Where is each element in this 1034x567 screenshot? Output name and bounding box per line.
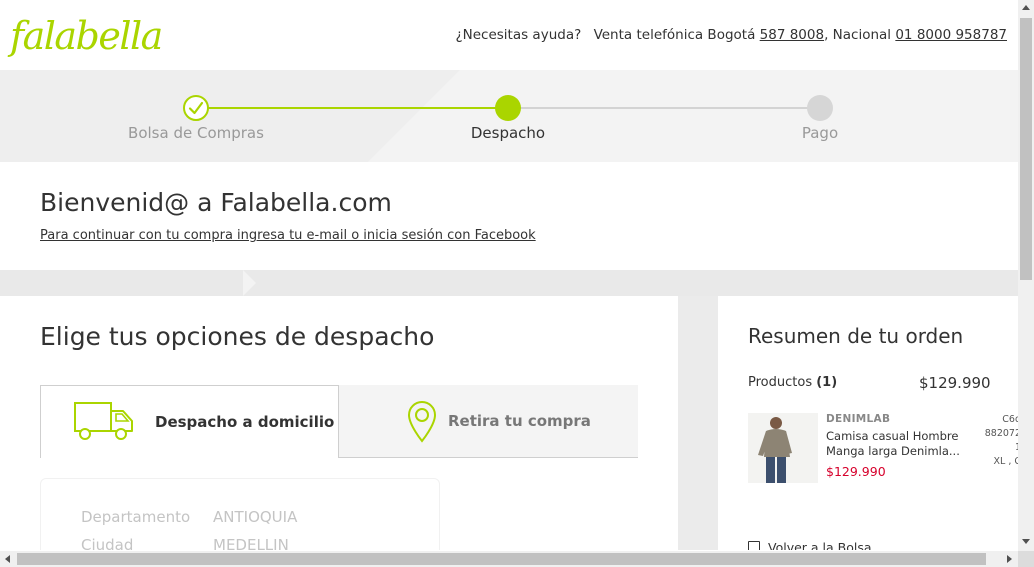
login-link[interactable]: Para continuar con tu compra ingresa tu … — [40, 228, 536, 243]
products-quantity: (1) — [816, 375, 838, 390]
address-value-ciudad[interactable]: MEDELLIN — [213, 536, 289, 550]
address-row-departamento: Departamento ANTIOQUIA — [81, 508, 297, 526]
tab-label-domicilio: Despacho a domicilio — [155, 413, 335, 431]
section-separator — [0, 270, 1018, 296]
scroll-right-arrow-icon[interactable] — [1007, 555, 1012, 563]
horizontal-scrollbar[interactable] — [0, 551, 1018, 567]
vertical-scroll-thumb[interactable] — [1020, 18, 1032, 280]
scroll-up-arrow-icon[interactable] — [1022, 5, 1030, 10]
welcome-title: Bienvenid@ a Falabella.com — [40, 188, 392, 217]
address-row-ciudad: Ciudad MEDELLIN — [81, 536, 289, 550]
bag-icon — [748, 541, 760, 550]
phone-prefix: Venta telefónica Bogotá — [593, 27, 756, 43]
vertical-scrollbar[interactable] — [1018, 0, 1034, 551]
product-name[interactable]: Camisa casual Hombre Manga larga Denimla… — [826, 429, 988, 459]
step-line-pending — [508, 107, 820, 109]
product-price: $129.990 — [826, 464, 886, 479]
step-label-bolsa[interactable]: Bolsa de Compras — [96, 124, 296, 142]
order-total: $129.990 — [919, 374, 991, 392]
product-meta-line: 1 — [1014, 442, 1018, 453]
phone-bogota-link[interactable]: 587 8008 — [760, 27, 824, 43]
welcome-section: Bienvenid@ a Falabella.com Para continua… — [0, 162, 1018, 270]
tab-retira-compra[interactable]: Retira tu compra — [339, 385, 638, 458]
order-summary: Resumen de tu orden Productos (1) $129.9… — [718, 296, 1018, 550]
back-to-bag-link[interactable]: Volver a la Bolsa — [748, 540, 872, 550]
scroll-left-arrow-icon[interactable] — [5, 555, 10, 563]
checkout-stepper: Bolsa de Compras Despacho Pago — [0, 70, 1018, 162]
tab-label-retira: Retira tu compra — [448, 412, 591, 430]
step-line-done — [196, 107, 508, 109]
step-label-despacho: Despacho — [470, 124, 546, 142]
address-box: Departamento ANTIOQUIA Ciudad MEDELLIN — [40, 478, 440, 550]
back-to-bag-label: Volver a la Bolsa — [768, 540, 872, 550]
separator-notch — [243, 270, 256, 296]
step-1-check-icon[interactable] — [183, 95, 209, 121]
scroll-down-arrow-icon[interactable] — [1022, 539, 1030, 544]
shipping-card: Elige tus opciones de despacho Despacho … — [0, 296, 678, 550]
product-brand: DENIMLAB — [826, 413, 891, 425]
truck-icon — [73, 401, 135, 447]
phone-national-link[interactable]: 01 8000 958787 — [895, 27, 1007, 43]
product-image — [748, 413, 818, 483]
products-count: Productos (1) — [748, 375, 837, 390]
step-3-indicator — [807, 95, 833, 121]
product-meta-line: C6d — [1002, 414, 1018, 425]
stepper-decor — [368, 70, 1018, 162]
scrollbar-corner — [1018, 551, 1034, 567]
location-pin-icon — [406, 399, 438, 447]
product-meta-line: XL , C — [993, 456, 1019, 467]
step-2-indicator — [495, 95, 521, 121]
product-meta: C6d 882072 1 XL , C — [981, 413, 1018, 469]
product-meta-line: 882072 — [984, 428, 1018, 439]
tab-despacho-domicilio[interactable]: Despacho a domicilio — [40, 385, 339, 458]
help-contact: ¿Necesitas ayuda? Venta telefónica Bogot… — [455, 27, 1007, 43]
shipping-tabs: Despacho a domicilio Retira tu compra — [40, 385, 638, 458]
site-header: falabella ¿Necesitas ayuda? Venta telefó… — [0, 0, 1018, 70]
falabella-logo[interactable]: falabella — [10, 14, 163, 58]
step-label-pago: Pago — [801, 124, 839, 142]
address-label-departamento: Departamento — [81, 508, 191, 526]
products-label: Productos — [748, 375, 813, 390]
help-question: ¿Necesitas ayuda? — [455, 27, 582, 43]
horizontal-scroll-thumb[interactable] — [17, 553, 986, 565]
address-label-ciudad: Ciudad — [81, 536, 134, 550]
shipping-title: Elige tus opciones de despacho — [40, 322, 435, 351]
address-value-departamento[interactable]: ANTIOQUIA — [213, 508, 297, 526]
summary-title: Resumen de tu orden — [748, 324, 964, 348]
national-prefix: , Nacional — [824, 27, 892, 43]
